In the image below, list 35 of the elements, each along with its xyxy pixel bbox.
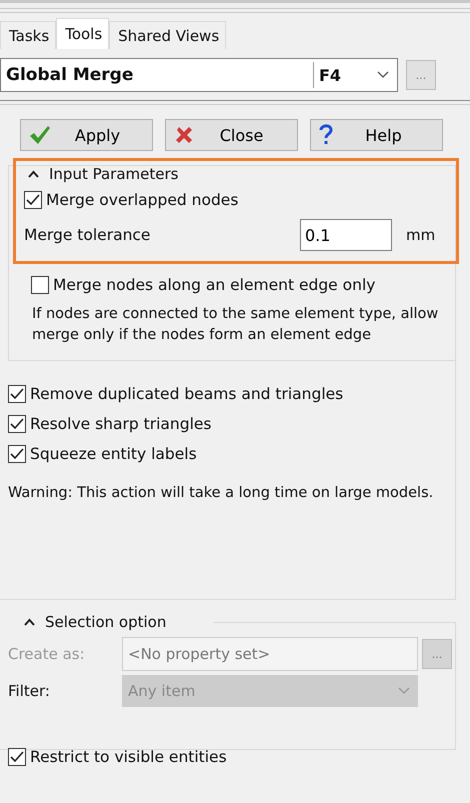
close-button[interactable]: Close: [165, 119, 298, 151]
checkbox[interactable]: [24, 191, 42, 209]
field-label: Create as:: [8, 645, 86, 663]
checkbox-label: Remove duplicated beams and triangles: [30, 385, 344, 403]
section-title: Input Parameters: [49, 165, 178, 183]
tolerance-field[interactable]: 0.1: [300, 219, 392, 251]
dropdown-icon: [377, 71, 389, 79]
checkbox[interactable]: [8, 385, 26, 403]
tab[interactable]: Shared Views: [109, 21, 226, 49]
checkbox[interactable]: [8, 415, 26, 433]
collapse-icon[interactable]: [28, 170, 39, 178]
collapse-icon[interactable]: [24, 618, 35, 626]
description-text: If nodes are connected to the same element type, allow merge only if the nodes form an element edge: [31, 305, 440, 345]
question-mark-icon: [319, 124, 333, 146]
checkbox-label: Merge nodes along an element edge only: [53, 276, 376, 294]
checkbox-label: Merge overlapped nodes: [46, 191, 238, 209]
tab[interactable]: Tasks: [0, 21, 56, 49]
field-label: Merge tolerance: [24, 226, 152, 244]
checkbox[interactable]: [8, 445, 26, 463]
tab[interactable]: Tools: [56, 18, 110, 49]
field-label: Filter:: [8, 682, 51, 700]
help-button[interactable]: Help: [310, 119, 443, 151]
dropdown-icon: [398, 687, 410, 695]
checkmark-icon: [29, 125, 51, 145]
cross-icon: [174, 125, 194, 145]
warning-text: Warning: This action will take a long time on large models.: [8, 485, 434, 501]
tool-selector[interactable]: Global Merge F4: [0, 58, 398, 92]
checkbox-label: Squeeze entity labels: [30, 445, 197, 463]
checkbox[interactable]: [31, 276, 49, 294]
checkbox-label: Resolve sharp triangles: [30, 415, 212, 433]
apply-button[interactable]: Apply: [20, 119, 153, 151]
checkbox-label: Restrict to visible entities: [30, 748, 227, 766]
unit-label: mm: [405, 226, 436, 244]
section-title: Selection option: [45, 613, 166, 631]
checkbox[interactable]: [8, 748, 26, 766]
